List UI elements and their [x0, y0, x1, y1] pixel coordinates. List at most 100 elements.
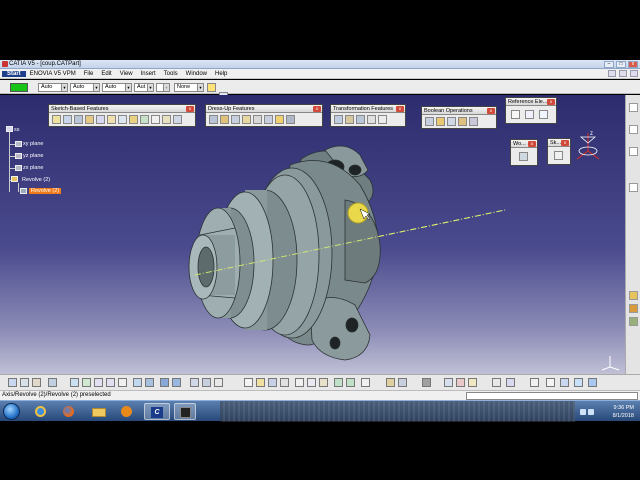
- line-icon[interactable]: [525, 110, 534, 119]
- redo-icon[interactable]: [346, 378, 355, 387]
- tree-revolve-selected[interactable]: Revolve (2): [29, 188, 62, 194]
- minimize-button[interactable]: –: [604, 61, 614, 68]
- toolbar-workbench[interactable]: Wo... x: [510, 139, 538, 166]
- firefox-icon[interactable]: [58, 403, 80, 420]
- cut-icon[interactable]: [295, 378, 304, 387]
- whats-this-icon[interactable]: [361, 378, 370, 387]
- shaft-icon[interactable]: [74, 115, 83, 124]
- annotation-icon[interactable]: [629, 304, 638, 313]
- maximize-button[interactable]: □: [616, 61, 626, 68]
- stiffener-icon[interactable]: [129, 115, 138, 124]
- network-icon[interactable]: [588, 409, 594, 415]
- knowledge-icon[interactable]: [629, 317, 638, 326]
- start-orb-icon[interactable]: [3, 403, 20, 420]
- catia-icon[interactable]: C: [144, 403, 170, 420]
- point-icon[interactable]: [511, 110, 520, 119]
- plane-icon[interactable]: [15, 141, 22, 147]
- hole-icon[interactable]: [96, 115, 105, 124]
- measure-icon[interactable]: [629, 103, 638, 112]
- slot-icon[interactable]: [118, 115, 127, 124]
- toolbar-transformation-features[interactable]: Transformation Features x: [330, 104, 406, 127]
- color-picker[interactable]: [10, 83, 28, 92]
- front-view-icon[interactable]: [190, 378, 199, 387]
- view-mode-icon[interactable]: [214, 378, 223, 387]
- pan-icon[interactable]: [70, 378, 79, 387]
- doc-close-icon[interactable]: [630, 70, 638, 77]
- thickness-icon[interactable]: [253, 115, 262, 124]
- draft-icon[interactable]: [231, 115, 240, 124]
- toolbar-sketch-based-features[interactable]: Sketch-Based Features x: [48, 104, 196, 127]
- line-type-combo[interactable]: Auto ▼: [102, 83, 132, 92]
- fit-all-icon[interactable]: [32, 378, 41, 387]
- tree-root-label[interactable]: ss: [14, 127, 20, 133]
- pocket-icon[interactable]: [63, 115, 72, 124]
- solid-combine-icon[interactable]: [162, 115, 171, 124]
- analysis-icon[interactable]: [629, 183, 638, 192]
- menu-tools[interactable]: Tools: [160, 71, 182, 77]
- hide-show-icon[interactable]: [160, 378, 169, 387]
- loft-icon[interactable]: [140, 115, 149, 124]
- multi-pad-icon[interactable]: [173, 115, 182, 124]
- menu-enovia[interactable]: ENOVIA V5 VPM: [26, 71, 80, 77]
- edge-fillet-icon[interactable]: [209, 115, 218, 124]
- tree-yz-plane[interactable]: yz plane: [23, 153, 44, 159]
- add-icon[interactable]: [436, 117, 445, 126]
- toolbar-close-button[interactable]: x: [561, 140, 569, 146]
- rectangular-pattern-icon[interactable]: [356, 115, 365, 124]
- user-pattern-icon[interactable]: [378, 115, 387, 124]
- tools-icon[interactable]: [629, 291, 638, 300]
- measure-item-icon[interactable]: [468, 378, 477, 387]
- menu-edit[interactable]: Edit: [97, 71, 115, 77]
- toolbar-dress-up-features[interactable]: Dress-Up Features x: [205, 104, 323, 127]
- compass-icon[interactable]: z: [573, 129, 603, 169]
- menu-view[interactable]: View: [116, 71, 137, 77]
- remove-loft-icon[interactable]: [151, 115, 160, 124]
- toolbar-close-button[interactable]: x: [487, 108, 495, 114]
- menu-start[interactable]: Start: [2, 70, 26, 77]
- scaling-icon[interactable]: [367, 115, 376, 124]
- menu-window[interactable]: Window: [182, 71, 211, 77]
- paste-icon[interactable]: [319, 378, 328, 387]
- line-thickness-combo[interactable]: Auto ▼: [70, 83, 100, 92]
- layer-combo-disabled[interactable]: ▼: [156, 83, 170, 92]
- parameters-icon[interactable]: [530, 378, 539, 387]
- fly-mode-icon[interactable]: [20, 378, 29, 387]
- open-icon[interactable]: [256, 378, 265, 387]
- select-icon[interactable]: [8, 378, 17, 387]
- sketch-icon[interactable]: [554, 151, 563, 160]
- thread-icon[interactable]: [264, 115, 273, 124]
- check-icon[interactable]: [588, 378, 597, 387]
- shading-icon[interactable]: [145, 378, 154, 387]
- remove-face-icon[interactable]: [275, 115, 284, 124]
- clock-date[interactable]: 8/1/2018: [613, 413, 634, 419]
- constraint-icon[interactable]: [629, 147, 638, 156]
- apply-material-icon[interactable]: [629, 125, 638, 134]
- plane-icon[interactable]: [15, 165, 22, 171]
- zoom-in-icon[interactable]: [94, 378, 103, 387]
- mirror-icon[interactable]: [345, 115, 354, 124]
- constraints-icon[interactable]: [398, 378, 407, 387]
- design-table-icon[interactable]: [560, 378, 569, 387]
- save-icon[interactable]: [268, 378, 277, 387]
- folder-icon[interactable]: [88, 403, 110, 420]
- toolbar-close-button[interactable]: x: [313, 106, 321, 112]
- assemble-icon[interactable]: [425, 117, 434, 126]
- layer-combo[interactable]: None ▼: [174, 83, 204, 92]
- flag-icon[interactable]: [580, 409, 586, 415]
- toolbar-boolean-operations[interactable]: Boolean Operations x: [421, 106, 497, 129]
- tree-zx-plane[interactable]: zx plane: [23, 165, 44, 171]
- union-trim-icon[interactable]: [469, 117, 478, 126]
- iso-view-icon[interactable]: [133, 378, 142, 387]
- transparency-combo[interactable]: Auto ▼: [38, 83, 68, 92]
- pad-icon[interactable]: [52, 115, 61, 124]
- toolbar-close-button[interactable]: x: [186, 106, 194, 112]
- wireframe-icon[interactable]: [202, 378, 211, 387]
- copy-icon[interactable]: [307, 378, 316, 387]
- grid-icon[interactable]: [422, 378, 431, 387]
- 3d-viewport[interactable]: ss xy plane yz plane zx plane Revolve (2…: [0, 95, 625, 374]
- toolbar-close-button[interactable]: x: [396, 106, 404, 112]
- measure-between-icon[interactable]: [456, 378, 465, 387]
- menu-help[interactable]: Help: [211, 71, 231, 77]
- workbench-icon[interactable]: [519, 152, 528, 161]
- point-type-combo[interactable]: Aut ▼: [134, 83, 154, 92]
